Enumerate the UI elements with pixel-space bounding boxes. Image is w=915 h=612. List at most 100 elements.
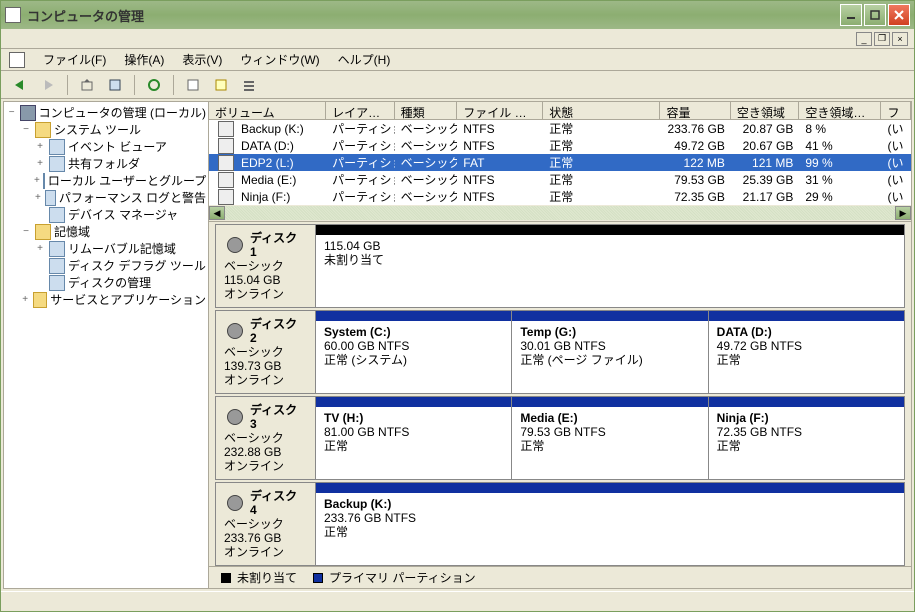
disk-block[interactable]: ディスク 3ベーシック232.88 GBオンラインTV (H:)81.00 GB… — [215, 396, 905, 480]
partition-title: System (C:) — [324, 325, 503, 339]
expander-icon[interactable]: + — [34, 243, 46, 254]
partition[interactable]: DATA (D:)49.72 GB NTFS正常 — [709, 311, 904, 393]
folder-icon — [35, 122, 51, 138]
expander-icon[interactable]: + — [34, 175, 40, 186]
mdi-restore-button[interactable]: ❐ — [874, 32, 890, 46]
shared-folders-icon — [49, 156, 65, 172]
partition[interactable]: System (C:)60.00 GB NTFS正常 (システム) — [316, 311, 512, 393]
mdi-minimize-button[interactable]: _ — [856, 32, 872, 46]
partition-status: 正常 — [324, 439, 503, 453]
tree-storage[interactable]: −記憶域 — [6, 223, 206, 240]
tree-root[interactable]: −コンピュータの管理 (ローカル) — [6, 104, 206, 121]
partition-color-bar — [316, 397, 511, 407]
tree-perf-logs[interactable]: +パフォーマンス ログと警告 — [6, 189, 206, 206]
legend-swatch-primary — [313, 573, 323, 583]
partition-title: Temp (G:) — [520, 325, 699, 339]
titlebar[interactable]: コンピュータの管理 — [1, 1, 914, 29]
console-tree[interactable]: −コンピュータの管理 (ローカル) −システム ツール +イベント ビューア +… — [4, 102, 209, 588]
folder-icon — [35, 224, 51, 240]
tree-defrag[interactable]: ディスク デフラグ ツール — [6, 257, 206, 274]
tree-services-apps[interactable]: +サービスとアプリケーション — [6, 291, 206, 308]
partition-status: 正常 — [324, 525, 896, 539]
tree-disk-management[interactable]: ディスクの管理 — [6, 274, 206, 291]
up-button[interactable] — [76, 74, 98, 96]
forward-button[interactable] — [37, 74, 59, 96]
volume-row[interactable]: Backup (K:)パーティションベーシックNTFS正常233.76 GB20… — [209, 120, 911, 137]
col-free[interactable]: 空き領域 — [731, 102, 799, 119]
volume-icon — [218, 189, 234, 205]
volume-row[interactable]: EDP2 (L:)パーティションベーシックFAT正常122 MB121 MB99… — [209, 154, 911, 171]
expander-icon[interactable]: + — [34, 192, 42, 203]
partition[interactable]: Temp (G:)30.01 GB NTFS正常 (ページ ファイル) — [512, 311, 708, 393]
expander-icon[interactable]: + — [34, 141, 46, 152]
disk-label: ディスク 4ベーシック233.76 GBオンライン — [216, 483, 316, 565]
disk-graphical-view[interactable]: ディスク 1ベーシック115.04 GBオンライン115.04 GB未割り当てデ… — [209, 222, 911, 566]
scroll-right-button[interactable]: ▶ — [895, 206, 911, 220]
disk-block[interactable]: ディスク 4ベーシック233.76 GBオンラインBackup (K:)233.… — [215, 482, 905, 566]
partition-color-bar — [316, 483, 904, 493]
mdi-titlebar: _ ❐ × — [1, 29, 914, 49]
col-status[interactable]: 状態 — [543, 102, 660, 119]
menu-view[interactable]: 表示(V) — [174, 49, 230, 70]
scroll-track[interactable] — [225, 206, 895, 220]
disk-block[interactable]: ディスク 2ベーシック139.73 GBオンラインSystem (C:)60.0… — [215, 310, 905, 394]
disk-icon — [227, 409, 243, 425]
partition[interactable]: Ninja (F:)72.35 GB NTFS正常 — [709, 397, 904, 479]
partition-color-bar — [316, 225, 904, 235]
partition-size: 49.72 GB NTFS — [717, 339, 896, 353]
col-layout[interactable]: レイアウト — [326, 102, 394, 119]
expander-icon[interactable]: + — [20, 294, 30, 305]
menu-help[interactable]: ヘルプ(H) — [330, 49, 399, 70]
computer-icon — [20, 105, 35, 121]
menu-file[interactable]: ファイル(F) — [35, 49, 114, 70]
list-button[interactable] — [238, 74, 260, 96]
expander-icon[interactable]: − — [20, 124, 32, 135]
volume-row[interactable]: Ninja (F:)パーティションベーシックNTFS正常72.35 GB21.1… — [209, 188, 911, 205]
help-button[interactable] — [182, 74, 204, 96]
scroll-left-button[interactable]: ◀ — [209, 206, 225, 220]
back-button[interactable] — [9, 74, 31, 96]
expander-icon[interactable]: − — [6, 107, 17, 118]
folder-icon — [33, 292, 47, 308]
partition-title: Backup (K:) — [324, 497, 896, 511]
properties-button[interactable] — [104, 74, 126, 96]
volume-horizontal-scrollbar[interactable]: ◀ ▶ — [209, 205, 911, 221]
partition[interactable]: Media (E:)79.53 GB NTFS正常 — [512, 397, 708, 479]
partition[interactable]: Backup (K:)233.76 GB NTFS正常 — [316, 483, 904, 565]
partition-title: DATA (D:) — [717, 325, 896, 339]
tree-event-viewer[interactable]: +イベント ビューア — [6, 138, 206, 155]
settings-button[interactable] — [210, 74, 232, 96]
tree-system-tools[interactable]: −システム ツール — [6, 121, 206, 138]
disk-label: ディスク 3ベーシック232.88 GBオンライン — [216, 397, 316, 479]
col-fault[interactable]: フ — [881, 102, 911, 119]
legend-unallocated-label: 未割り当て — [237, 569, 297, 586]
col-capacity[interactable]: 容量 — [660, 102, 730, 119]
volume-row[interactable]: Media (E:)パーティションベーシックNTFS正常79.53 GB25.3… — [209, 171, 911, 188]
tree-removable-storage[interactable]: +リムーバブル記憶域 — [6, 240, 206, 257]
close-button[interactable] — [888, 4, 910, 26]
col-volume[interactable]: ボリューム — [209, 102, 326, 119]
menu-window[interactable]: ウィンドウ(W) — [232, 49, 327, 70]
refresh-button[interactable] — [143, 74, 165, 96]
disk-label: ディスク 1ベーシック115.04 GBオンライン — [216, 225, 316, 307]
expander-icon[interactable]: − — [20, 226, 32, 237]
expander-icon[interactable]: + — [34, 158, 46, 169]
tree-device-manager[interactable]: デバイス マネージャ — [6, 206, 206, 223]
tree-shared-folders[interactable]: +共有フォルダ — [6, 155, 206, 172]
menu-action[interactable]: 操作(A) — [116, 49, 172, 70]
col-type[interactable]: 種類 — [395, 102, 458, 119]
partition[interactable]: TV (H:)81.00 GB NTFS正常 — [316, 397, 512, 479]
partition-color-bar — [512, 311, 707, 321]
tree-local-users[interactable]: +ローカル ユーザーとグループ — [6, 172, 206, 189]
minimize-button[interactable] — [840, 4, 862, 26]
toolbar — [1, 71, 914, 99]
col-filesystem[interactable]: ファイル システム — [457, 102, 543, 119]
disk-icon — [227, 323, 243, 339]
volume-list-header: ボリューム レイアウト 種類 ファイル システム 状態 容量 空き領域 空き領域… — [209, 102, 911, 120]
disk-block[interactable]: ディスク 1ベーシック115.04 GBオンライン115.04 GB未割り当て — [215, 224, 905, 308]
mdi-close-button[interactable]: × — [892, 32, 908, 46]
partition[interactable]: 115.04 GB未割り当て — [316, 225, 904, 307]
col-freepct[interactable]: 空き領域の割合 — [799, 102, 881, 119]
volume-row[interactable]: DATA (D:)パーティションベーシックNTFS正常49.72 GB20.67… — [209, 137, 911, 154]
maximize-button[interactable] — [864, 4, 886, 26]
